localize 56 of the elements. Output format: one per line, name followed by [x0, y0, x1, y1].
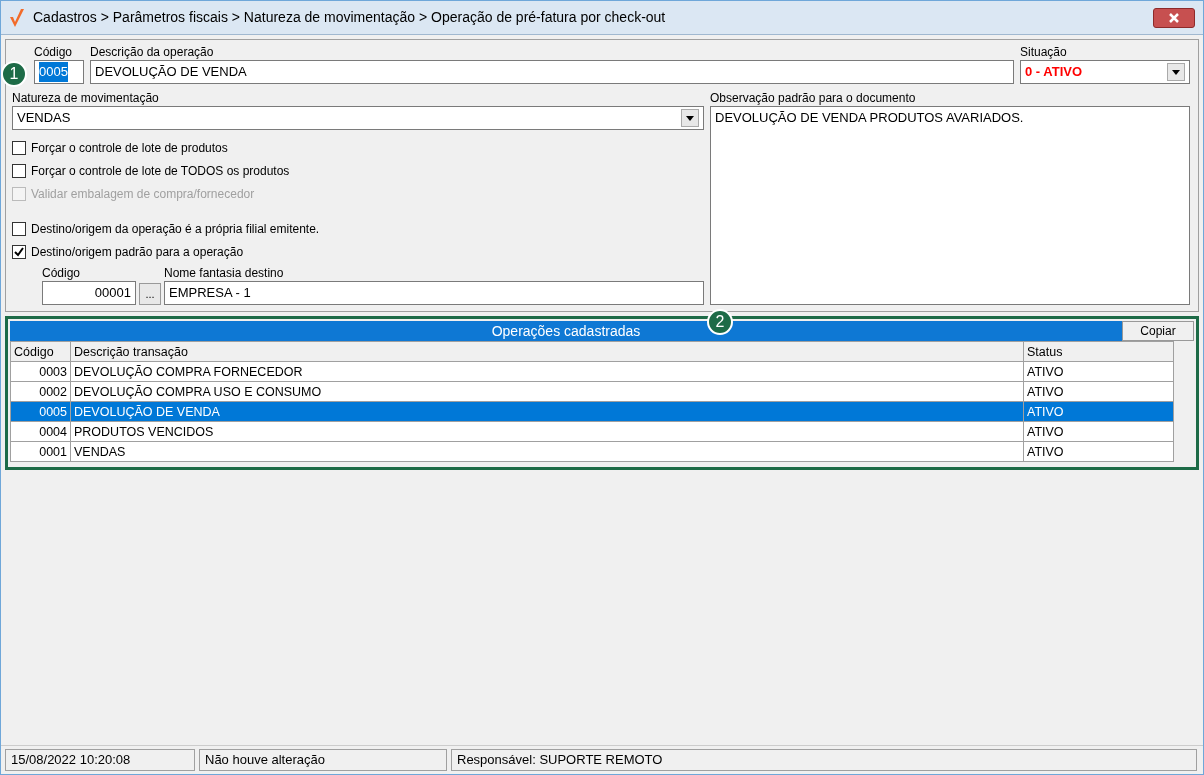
table-cell: PRODUTOS VENCIDOS — [70, 421, 1024, 442]
field-label: Descrição da operação — [90, 44, 215, 60]
checkbox-label: Forçar o controle de lote de produtos — [31, 139, 228, 157]
description-field[interactable]: DEVOLUÇÃO DE VENDA — [90, 60, 1014, 84]
table-cell: VENDAS — [70, 441, 1024, 462]
checkbox-label: Validar embalagem de compra/fornecedor — [31, 185, 255, 203]
checkbox-label: Destino/origem da operação é a própria filial emitente. — [31, 220, 320, 238]
table-cell: 0004 — [10, 421, 71, 442]
field-label: Código — [42, 265, 82, 281]
column-header[interactable]: Status — [1023, 341, 1174, 362]
close-icon — [1168, 11, 1180, 24]
table-row[interactable]: 0005 DEVOLUÇÃO DE VENDA ATIVO — [10, 401, 1174, 422]
logo-icon — [9, 7, 25, 28]
checkbox[interactable] — [12, 163, 26, 178]
status-text: Responsável: SUPORTE REMOTO — [451, 749, 1197, 771]
code-field[interactable]: 0005 — [34, 60, 84, 84]
table-cell: DEVOLUÇÃO DE VENDA — [70, 401, 1024, 422]
table-cell: ATIVO — [1023, 421, 1174, 442]
field-label: Observação padrão para o documento — [710, 90, 917, 106]
table-cell: ATIVO — [1023, 381, 1174, 402]
table-cell: DEVOLUÇÃO COMPRA USO E CONSUMO — [70, 381, 1024, 402]
status-text: Não houve alteração — [199, 749, 447, 771]
status-text: 15/08/2022 10:20:08 — [5, 749, 195, 771]
checkbox[interactable] — [12, 140, 26, 155]
table-cell: 0003 — [10, 361, 71, 382]
table-cell: ATIVO — [1023, 361, 1174, 382]
window-title: Cadastros > Parâmetros fiscais > Natureza de movimentação > Operação de pré-fatura por check-out — [33, 8, 666, 27]
code-field[interactable]: 00001 — [42, 281, 136, 305]
table-row[interactable]: 0001 VENDAS ATIVO — [10, 441, 1174, 462]
table-cell: 0005 — [10, 401, 71, 422]
observation-textarea[interactable]: DEVOLUÇÃO DE VENDA PRODUTOS AVARIADOS. — [710, 106, 1190, 305]
field-label: Natureza de movimentação — [12, 90, 160, 106]
checkbox-label: Forçar o controle de lote de TODOS os produtos — [31, 162, 290, 180]
table-cell: 0002 — [10, 381, 71, 402]
table-row[interactable]: 0004 PRODUTOS VENCIDOS ATIVO — [10, 421, 1174, 442]
field-label: Código — [34, 44, 74, 60]
table-row[interactable]: 0002 DEVOLUÇÃO COMPRA USO E CONSUMO ATIVO — [10, 381, 1174, 402]
checkbox-label: Destino/origem padrão para a operação — [31, 243, 244, 261]
callout-marker: 2 — [707, 309, 733, 335]
field-label: Nome fantasia destino — [164, 265, 285, 281]
callout-marker: 1 — [1, 61, 27, 87]
table-cell: DEVOLUÇÃO COMPRA FORNECEDOR — [70, 361, 1024, 382]
table-cell: 0001 — [10, 441, 71, 462]
field-label: Situação — [1020, 44, 1068, 60]
table-cell: ATIVO — [1023, 441, 1174, 462]
name-field[interactable]: EMPRESA - 1 — [164, 281, 704, 305]
close-button[interactable] — [1153, 7, 1195, 28]
checkbox[interactable] — [12, 244, 26, 259]
copy-button[interactable]: Copiar — [1122, 321, 1194, 341]
table-row[interactable]: 0003 DEVOLUÇÃO COMPRA FORNECEDOR ATIVO — [10, 361, 1174, 382]
checkbox[interactable] — [12, 221, 26, 236]
situation-dropdown[interactable]: 0 - ATIVO — [1020, 60, 1190, 84]
column-header[interactable]: Código — [10, 341, 71, 362]
column-header[interactable]: Descrição transação — [70, 341, 1024, 362]
nature-dropdown[interactable]: VENDAS — [12, 106, 704, 130]
browse-button[interactable]: ... — [139, 283, 161, 305]
